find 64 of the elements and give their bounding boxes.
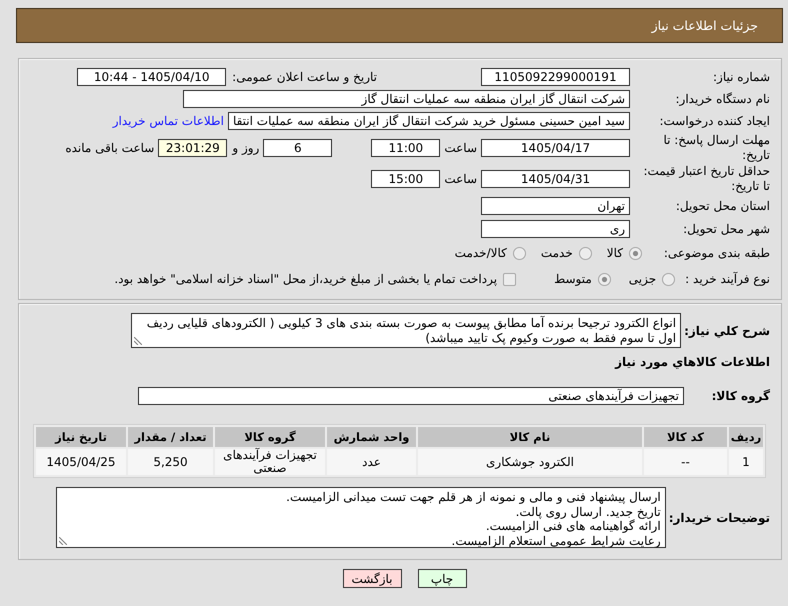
checkbox-icon[interactable]: [503, 272, 516, 286]
column-header: گروه کالا: [215, 427, 325, 447]
table-cell: عدد: [327, 449, 416, 475]
radio-option[interactable]: خدمت: [540, 246, 592, 260]
column-header: تاریخ نیاز: [36, 427, 126, 447]
days-label: روز و: [232, 141, 260, 155]
field-label: مهلت ارسال پاسخ: تا تاریخ:: [662, 133, 770, 163]
page-title: جزئیات اطلاعات نیاز: [652, 18, 758, 33]
checkbox-option[interactable]: پرداخت تمام یا بخشی از مبلغ خرید،از محل "اسناد خزانه اسلامی" خواهد بود.: [114, 272, 516, 286]
radio-option[interactable]: متوسط: [554, 272, 611, 286]
goods-group-field[interactable]: تجهیزات فرآیندهای صنعتی: [138, 387, 684, 405]
field-label: توضیحات خریدار:: [668, 510, 770, 524]
field-label: نام دستگاه خریدار:: [674, 92, 770, 106]
column-header: واحد شمارش: [327, 427, 416, 447]
column-header: نام کالا: [418, 427, 642, 447]
table-cell: تجهیزات فرآیندهای صنعتی: [215, 449, 325, 475]
column-header: ردیف: [729, 427, 763, 447]
city-field[interactable]: ری: [481, 220, 630, 238]
time-label: ساعت: [444, 172, 477, 186]
table-cell: الکترود جوشکاری: [418, 449, 642, 475]
field-label: حداقل تاریخ اعتبار قیمت: تا تاریخ:: [642, 164, 770, 194]
radio-option[interactable]: جزیی: [628, 272, 676, 286]
field-label: شماره نیاز:: [712, 70, 770, 84]
field-label: گروه کالا:: [710, 389, 770, 403]
field-label: نوع فرآیند خرید :: [685, 272, 770, 286]
requester-field[interactable]: سید امین حسینی مسئول خرید شرکت انتقال گاز ایران منطقه سه عملیات انتقا: [228, 112, 630, 130]
radio-option[interactable]: کالا: [606, 246, 642, 260]
section-title: اطلاعات کالاهاي مورد نیاز: [614, 354, 770, 370]
table-cell: --: [644, 449, 727, 475]
radio-icon[interactable]: [629, 246, 642, 260]
field-label: ایجاد کننده درخواست:: [658, 114, 770, 128]
need-number-field[interactable]: 1105092299000191: [481, 68, 630, 86]
table-cell: 1: [729, 449, 763, 475]
field-label: شرح کلي نیاز:: [683, 324, 770, 338]
radio-option[interactable]: کالا/خدمت: [454, 246, 526, 260]
table-cell: 1405/04/25: [36, 449, 126, 475]
column-header: کد کالا: [644, 427, 727, 447]
date-field[interactable]: 1405/04/31: [481, 170, 630, 188]
print-button[interactable]: چاپ: [418, 569, 466, 588]
field-label: استان محل تحویل:: [674, 198, 770, 214]
radio-icon[interactable]: [662, 272, 676, 286]
field-label: شهر محل تحویل:: [682, 222, 770, 236]
field-label: تاریخ و ساعت اعلان عمومی:: [232, 70, 377, 84]
countdown-field[interactable]: 23:01:29: [158, 139, 228, 157]
radio-icon[interactable]: [512, 246, 526, 260]
date-time-field[interactable]: 1405/04/10 - 10:44: [77, 68, 226, 86]
radio-icon[interactable]: [578, 246, 592, 260]
field-label: طبقه بندی موضوعی:: [662, 246, 770, 260]
column-header: تعداد / مقدار: [128, 427, 213, 447]
time-label: ساعت: [444, 141, 477, 155]
days-field[interactable]: 6: [263, 139, 332, 157]
buyer-org-field[interactable]: شرکت انتقال گاز ایران منطقه سه عملیات انتقال گاز: [183, 90, 630, 108]
back-button[interactable]: بازگشت: [342, 569, 402, 588]
description-field[interactable]: انواع الکترود ترجیحا برنده آما مطابق پیوست به صورت بسته بندی های 3 کیلویی ( الکترودهای قلیایی ردیف اول تا سوم فقط به صورت وکیوم پک تایید میباشد): [131, 313, 682, 348]
contact-link[interactable]: اطلاعات تماس خریدار: [112, 114, 224, 128]
table-cell: 5,250: [128, 449, 213, 475]
time-field[interactable]: 15:00: [371, 170, 440, 188]
time-field[interactable]: 11:00: [371, 139, 440, 157]
province-field[interactable]: تهران: [481, 197, 630, 215]
resize-grip-icon[interactable]: [134, 337, 142, 345]
date-field[interactable]: 1405/04/17: [481, 139, 630, 157]
remaining-label: ساعت باقی مانده: [65, 141, 154, 155]
resize-grip-icon[interactable]: [58, 537, 67, 545]
radio-icon[interactable]: [598, 272, 611, 286]
